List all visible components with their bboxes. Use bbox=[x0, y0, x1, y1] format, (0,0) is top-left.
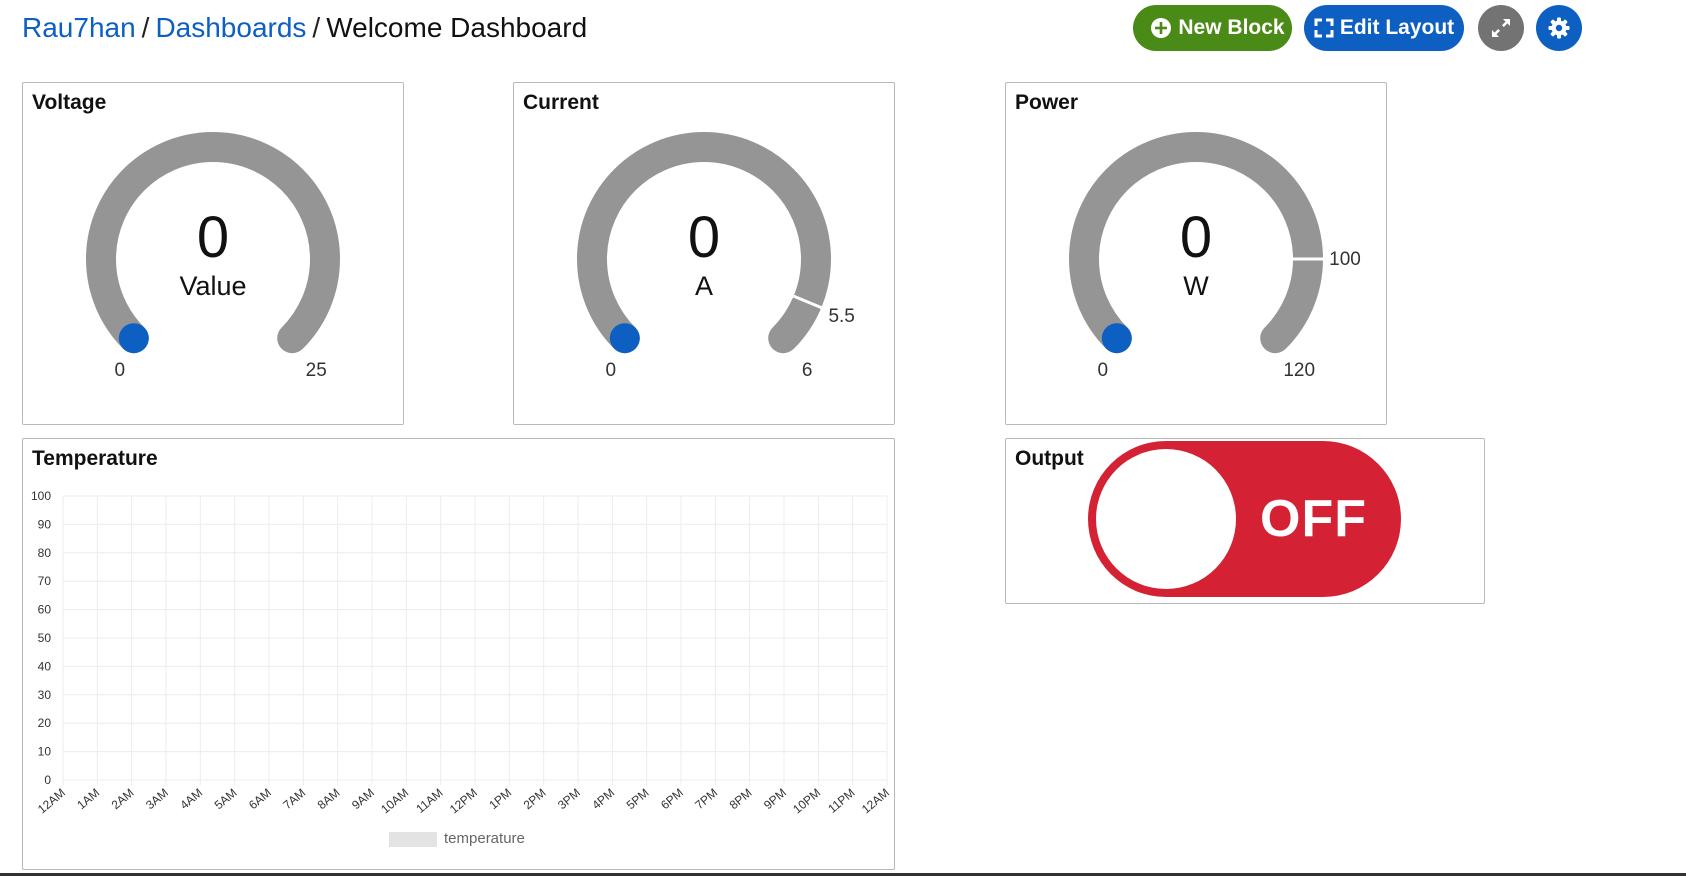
output-title: Output bbox=[1015, 447, 1084, 470]
x-tick-label: 9PM bbox=[761, 786, 789, 813]
current-min-label: 0 bbox=[606, 360, 617, 381]
x-tick-label: 11AM bbox=[413, 786, 445, 816]
expand-arrows-icon bbox=[1490, 17, 1512, 39]
breadcrumb-separator: / bbox=[312, 12, 321, 43]
x-tick-label: 11PM bbox=[825, 786, 857, 816]
x-tick-label: 6AM bbox=[246, 786, 274, 813]
y-tick-label: 90 bbox=[38, 517, 52, 531]
y-tick-label: 30 bbox=[38, 688, 52, 702]
voltage-gauge: 0Value0 25 bbox=[86, 132, 340, 381]
y-tick-label: 40 bbox=[38, 659, 52, 673]
plus-circle-icon bbox=[1150, 17, 1172, 39]
current-gauge-card: Current 5.5 0 A 0 6 bbox=[513, 82, 895, 425]
new-block-button[interactable]: New Block bbox=[1133, 5, 1292, 51]
y-tick-label: 50 bbox=[38, 631, 52, 645]
x-tick-label: 12AM bbox=[35, 786, 68, 817]
voltage-min-label: 0 bbox=[115, 360, 126, 381]
temperature-legend-label[interactable]: temperature bbox=[444, 830, 525, 847]
power-min-label: 0 bbox=[1098, 360, 1109, 381]
x-tick-label: 10PM bbox=[790, 786, 823, 817]
x-tick-label: 3PM bbox=[555, 786, 583, 813]
voltage-value: 0 bbox=[197, 205, 229, 270]
x-tick-label: 5PM bbox=[624, 786, 652, 813]
output-toggle-switch[interactable]: OFF bbox=[1088, 441, 1401, 597]
edit-layout-button[interactable]: Edit Layout bbox=[1304, 5, 1464, 51]
current-gauge: 5.50A0 6 bbox=[577, 132, 855, 381]
y-tick-label: 0 bbox=[44, 773, 51, 787]
settings-button[interactable] bbox=[1536, 5, 1582, 51]
voltage-gauge-indicator[interactable] bbox=[118, 323, 149, 354]
y-tick-label: 10 bbox=[38, 745, 52, 759]
power-threshold-label: 100 bbox=[1329, 249, 1361, 270]
x-tick-label: 9AM bbox=[349, 786, 377, 813]
current-threshold-label: 5.5 bbox=[828, 306, 854, 327]
page-title: Welcome Dashboard bbox=[326, 12, 588, 43]
y-tick-label: 60 bbox=[38, 603, 52, 617]
temperature-chart-card: Temperature 0 10 20 30 40 50 60 70 80 90 100 12AM 1A… bbox=[22, 438, 895, 870]
x-tick-label: 7AM bbox=[280, 786, 308, 813]
breadcrumb-user-link[interactable]: Rau7han bbox=[22, 12, 136, 43]
expand-frame-icon bbox=[1314, 18, 1334, 38]
breadcrumb-separator: / bbox=[141, 12, 150, 43]
x-tick-label: 5AM bbox=[212, 786, 240, 813]
y-tick-label: 100 bbox=[31, 489, 51, 503]
x-tick-label: 8AM bbox=[315, 786, 343, 813]
x-tick-label: 10AM bbox=[378, 786, 411, 817]
current-max-label: 6 bbox=[802, 360, 813, 381]
x-tick-label: 2AM bbox=[109, 786, 137, 813]
power-value: 0 bbox=[1180, 205, 1212, 270]
x-tick-label: 1AM bbox=[74, 786, 102, 813]
temperature-chart: 010203040506070809010012AM 1AM 2AM 3AM 4AM 5A… bbox=[31, 489, 892, 817]
y-tick-label: 70 bbox=[38, 574, 52, 588]
fullscreen-button[interactable] bbox=[1478, 5, 1524, 51]
breadcrumb: Rau7han / Dashboards / Welcome Dashboard bbox=[22, 10, 587, 46]
voltage-unit: Value bbox=[179, 271, 246, 301]
new-block-label: New Block bbox=[1178, 16, 1285, 39]
breadcrumb-dashboards-link[interactable]: Dashboards bbox=[155, 12, 306, 43]
x-tick-label: 1PM bbox=[486, 786, 514, 813]
x-tick-label: 12AM bbox=[859, 786, 892, 817]
temperature-legend-swatch[interactable] bbox=[389, 832, 437, 847]
toggle-state-label: OFF bbox=[1260, 490, 1367, 548]
edit-layout-label: Edit Layout bbox=[1339, 16, 1455, 39]
current-gauge-indicator[interactable] bbox=[609, 323, 640, 354]
x-tick-label: 6PM bbox=[658, 786, 686, 813]
power-gauge-card: Power 100 0 W 0 120 bbox=[1005, 82, 1387, 425]
current-unit: A bbox=[695, 271, 713, 301]
gear-icon bbox=[1547, 16, 1571, 40]
power-max-label: 120 bbox=[1283, 360, 1315, 381]
x-tick-label: 7PM bbox=[692, 786, 720, 813]
x-tick-label: 4PM bbox=[589, 786, 617, 813]
power-gauge-indicator[interactable] bbox=[1101, 323, 1132, 354]
x-tick-label: 3AM bbox=[143, 786, 171, 813]
voltage-max-label: 25 bbox=[306, 360, 327, 381]
y-tick-label: 20 bbox=[38, 716, 52, 730]
voltage-gauge-card: Voltage 0 Value 0 25 bbox=[22, 82, 404, 425]
x-tick-label: 2PM bbox=[521, 786, 549, 813]
toggle-knob bbox=[1096, 449, 1236, 589]
y-tick-label: 80 bbox=[38, 546, 52, 560]
x-tick-label: 4AM bbox=[177, 786, 205, 813]
current-value: 0 bbox=[688, 205, 720, 270]
x-tick-label: 12PM bbox=[447, 786, 480, 817]
x-tick-label: 8PM bbox=[727, 786, 755, 813]
power-unit: W bbox=[1183, 271, 1209, 301]
power-gauge: 1000W0 120 bbox=[1069, 132, 1361, 381]
